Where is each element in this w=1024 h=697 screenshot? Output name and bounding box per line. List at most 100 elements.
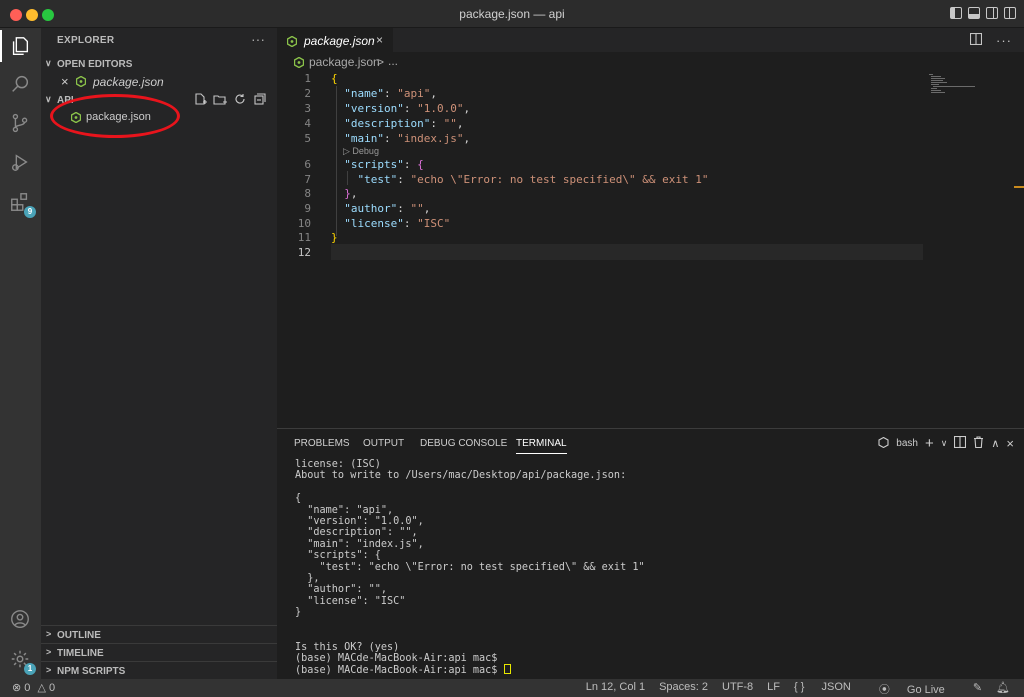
breadcrumb-file[interactable]: package.json — [309, 55, 380, 69]
notifications-bell-icon[interactable]: 🔔︎ — [996, 681, 1010, 697]
open-editors-label: OPEN EDITORS — [57, 59, 133, 70]
chevron-down-icon[interactable]: ∨ — [941, 438, 948, 449]
run-debug-icon[interactable] — [8, 150, 32, 174]
extensions-badge: 9 — [24, 206, 36, 218]
debug-codelens[interactable]: ▷ Debug — [343, 146, 379, 157]
line-number: 10 — [297, 217, 311, 230]
open-editor-item[interactable]: × package.json — [41, 72, 277, 92]
more-actions-icon[interactable]: ··· — [251, 31, 265, 47]
code-line: } — [331, 231, 338, 244]
collapse-folders-icon[interactable] — [253, 92, 267, 106]
npm-scripts-label: NPM SCRIPTS — [57, 666, 126, 677]
source-control-icon[interactable] — [8, 111, 32, 135]
new-folder-icon[interactable] — [213, 92, 227, 106]
terminal-prompt-line: (base) MACde-MacBook-Air:api mac$ — [295, 664, 645, 676]
terminal-cursor — [503, 664, 511, 675]
terminal-line: "name": "api", — [295, 504, 394, 516]
minimap[interactable] — [927, 72, 1007, 102]
close-panel-icon[interactable]: × — [1006, 436, 1014, 451]
encoding[interactable]: UTF-8 — [722, 681, 753, 697]
scrollbar-marker — [1014, 186, 1024, 188]
language-label: JSON — [821, 681, 851, 693]
line-number: 9 — [304, 202, 311, 215]
code-line: "test": "echo \"Error: no test specified… — [357, 173, 709, 186]
feedback-icon[interactable]: ✎ — [973, 681, 982, 697]
json-file-icon — [76, 76, 86, 90]
code-editor[interactable]: 1 2 3 4 5 6 7 8 9 10 11 12 { "name": "ap… — [277, 72, 1024, 428]
line-number: 6 — [304, 158, 311, 171]
go-live-label: Go Live — [906, 684, 945, 696]
code-line: "license": "ISC" — [344, 217, 451, 230]
trash-icon[interactable] — [973, 436, 984, 451]
braces-icon: { } — [794, 681, 805, 693]
indentation[interactable]: Spaces: 2 — [659, 681, 708, 697]
timeline-section[interactable]: > TIMELINE — [41, 643, 277, 661]
error-count: 0 — [24, 682, 31, 694]
tab-package-json[interactable]: package.json × — [277, 28, 393, 52]
npm-scripts-section[interactable]: > NPM SCRIPTS — [41, 661, 277, 679]
outline-label: OUTLINE — [57, 630, 101, 641]
terminal-line: "description": "", — [295, 527, 418, 539]
chevron-down-icon: ∨ — [45, 58, 52, 68]
customize-layout-icon[interactable] — [1004, 7, 1016, 19]
warning-icon: △ — [37, 682, 46, 694]
end-of-line[interactable]: LF — [767, 681, 780, 697]
title-bar: package.json — api — [0, 0, 1024, 28]
close-editor-icon[interactable]: × — [61, 74, 69, 89]
toggle-panel-icon[interactable] — [968, 7, 980, 19]
explorer-icon[interactable] — [0, 30, 32, 62]
tab-problems[interactable]: PROBLEMS — [294, 438, 350, 449]
tab-output[interactable]: OUTPUT — [363, 438, 404, 449]
bottom-panel: PROBLEMS OUTPUT DEBUG CONSOLE TERMINAL b… — [277, 428, 1024, 679]
toggle-primary-sidebar-icon[interactable] — [950, 7, 962, 19]
chevron-right-icon: > — [46, 629, 52, 639]
chevron-right-icon: > — [46, 647, 52, 657]
accounts-icon[interactable] — [8, 607, 32, 631]
terminal-prompt: (base) MACde-MacBook-Air:api mac$ — [295, 665, 504, 677]
more-actions-icon[interactable]: ··· — [996, 33, 1012, 48]
breadcrumb-more[interactable]: ... — [388, 54, 398, 68]
annotation-ellipse — [50, 94, 180, 138]
terminal-line: "license": "ISC" — [295, 595, 406, 607]
terminal-line: "scripts": { — [295, 550, 381, 562]
terminal-line: }, — [295, 573, 320, 585]
code-line: "main": "index.js", — [344, 132, 471, 145]
go-live-button[interactable]: ⦿ Go Live — [879, 681, 959, 697]
error-icon: ⊗ — [12, 682, 22, 694]
problems-status[interactable]: ⊗ 0 △ 0 — [12, 681, 55, 694]
language-mode[interactable]: { } JSON — [794, 681, 865, 697]
terminal-line: "test": "echo \"Error: no test specified… — [295, 561, 645, 573]
code-line: "scripts": { — [344, 158, 424, 171]
terminal-output[interactable]: license: (ISC) About to write to /Users/m… — [295, 459, 645, 677]
maximize-panel-icon[interactable]: ∧ — [991, 437, 999, 450]
code-line: "author": "", — [344, 202, 431, 215]
line-number: 8 — [304, 187, 311, 200]
split-editor-icon[interactable] — [969, 32, 983, 48]
line-number: 4 — [304, 117, 311, 130]
toggle-secondary-sidebar-icon[interactable] — [986, 7, 998, 19]
refresh-explorer-icon[interactable] — [233, 92, 247, 106]
chevron-down-icon: ∨ — [45, 94, 52, 104]
settings-badge: 1 — [24, 663, 36, 675]
split-terminal-icon[interactable] — [954, 435, 967, 451]
breadcrumb-separator: > — [377, 55, 385, 69]
close-tab-icon[interactable]: × — [376, 33, 383, 47]
extensions-icon[interactable]: 9 — [8, 190, 36, 218]
tab-debug-console[interactable]: DEBUG CONSOLE — [420, 438, 507, 449]
new-terminal-icon[interactable]: + — [925, 435, 934, 452]
terminal-line: "main": "index.js", — [295, 538, 424, 550]
cursor-position[interactable]: Ln 12, Col 1 — [586, 681, 645, 697]
line-number: 1 — [304, 72, 311, 85]
tab-label: package.json — [304, 34, 375, 48]
chevron-right-icon: > — [46, 665, 52, 675]
tab-terminal[interactable]: TERMINAL — [516, 438, 567, 454]
search-icon[interactable] — [8, 72, 32, 96]
settings-gear-icon[interactable]: 1 — [8, 647, 36, 675]
terminal-shell-label[interactable]: bash — [896, 438, 918, 449]
breadcrumb: package.json > ... — [277, 52, 1024, 72]
new-file-icon[interactable] — [193, 92, 207, 106]
outline-section[interactable]: > OUTLINE — [41, 625, 277, 643]
terminal-line: (base) MACde-MacBook-Air:api mac$ — [295, 652, 498, 664]
